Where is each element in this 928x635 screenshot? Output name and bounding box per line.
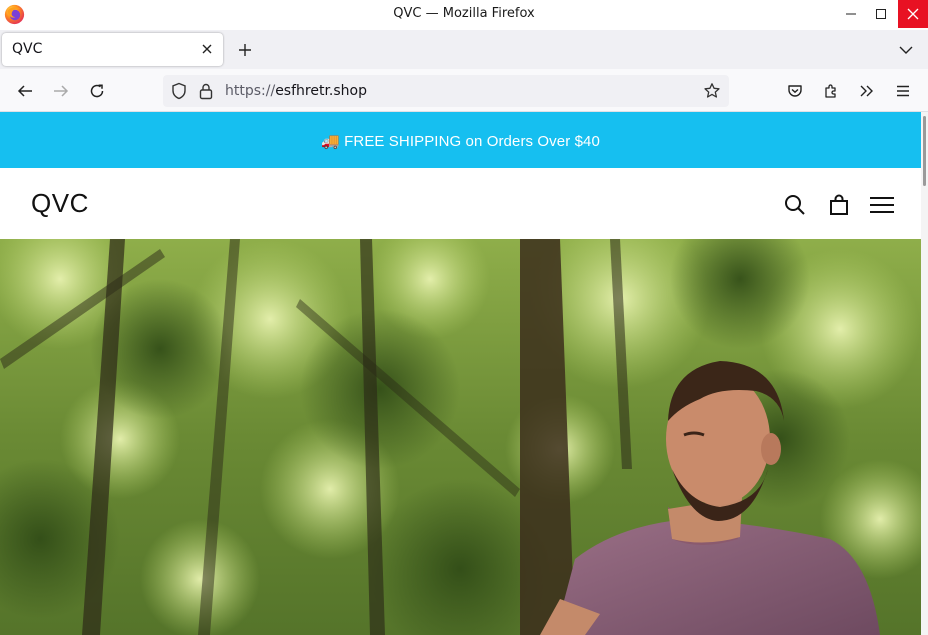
hero-image [0,239,921,635]
minimize-icon [846,13,856,15]
scrollbar-thumb[interactable] [923,116,926,186]
site-header: QVC [0,168,921,239]
back-icon [17,85,32,97]
overflow-menu-button[interactable] [855,79,879,103]
forest-man-photo [0,239,921,635]
back-button[interactable] [13,79,37,103]
url-bar[interactable]: https://esfhretr.shop [163,75,729,107]
forward-icon [54,85,69,97]
tab-qvc[interactable]: QVC [2,33,223,66]
reload-button[interactable] [85,79,109,103]
shopping-bag-icon [830,194,848,215]
shield-icon[interactable] [170,82,188,100]
pocket-button[interactable] [783,79,807,103]
banner-text[interactable]: 🚚 FREE SHIPPING on Orders Over $40 [0,132,921,150]
bookmark-star-icon[interactable] [703,82,721,100]
url-protocol: https:// [225,83,276,99]
lock-icon[interactable] [198,82,214,100]
window-title: QVC — Mozilla Firefox [393,6,535,21]
pocket-icon [788,85,802,97]
search-button[interactable] [782,192,808,218]
minimize-button[interactable] [836,0,866,28]
url-host: esfhretr.shop [275,83,367,99]
close-icon [202,44,212,54]
extensions-icon [825,84,836,98]
maximize-icon [876,9,886,19]
url-text[interactable]: https://esfhretr.shop [225,83,367,99]
close-icon [907,8,919,20]
new-tab-button[interactable] [233,38,257,62]
menu-icon [870,197,894,213]
maximize-button[interactable] [866,0,896,28]
app-menu-icon [897,85,909,97]
page-scrollbar[interactable] [921,112,928,635]
banner-label: FREE SHIPPING on Orders Over $40 [344,133,600,150]
menu-button[interactable] [869,192,895,218]
cart-button[interactable] [826,192,852,218]
app-menu-button[interactable] [891,79,915,103]
site-logo[interactable]: QVC [31,188,89,219]
reload-icon [90,84,104,98]
overflow-icon [860,85,873,97]
list-all-tabs-button[interactable] [894,38,918,62]
tab-label: QVC [12,41,43,57]
close-window-button[interactable] [898,0,928,28]
extensions-button[interactable] [819,79,843,103]
chevron-down-icon [899,46,913,54]
truck-icon: 🚚 [321,133,340,150]
forward-button[interactable] [49,79,73,103]
search-icon [785,195,805,215]
plus-icon [239,44,251,56]
tab-close-button[interactable] [198,40,216,58]
announcement-banner: 🚚 FREE SHIPPING on Orders Over $40 [0,112,921,168]
web-page: 🚚 FREE SHIPPING on Orders Over $40 QVC [0,112,921,635]
